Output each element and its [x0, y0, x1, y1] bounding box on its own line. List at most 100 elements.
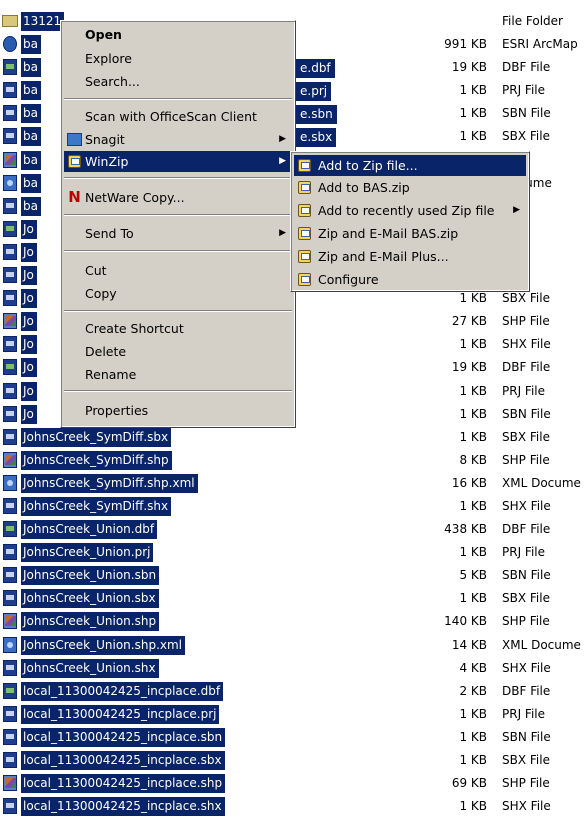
file-row[interactable]: JohnsCreek_Union.prj 1 KB PRJ File	[0, 541, 585, 564]
file-row[interactable]: local_11300042425_incplace.dbf 2 KB DBF Fi…	[0, 680, 585, 703]
menu-explore[interactable]: Explore	[64, 48, 292, 69]
file-name[interactable]: 13121	[21, 12, 65, 31]
file-name[interactable]: ba	[21, 104, 41, 124]
file-name[interactable]: local_11300042425_incplace.sbn	[21, 727, 226, 747]
file-type: SHP File	[502, 452, 550, 467]
file-row[interactable]: JohnsCreek_SymDiff.shp.xml 16 KB XML Docum…	[0, 472, 585, 495]
file-size: 1 KB	[459, 106, 487, 121]
menu-properties[interactable]: Properties	[64, 400, 292, 421]
xml-file-icon	[3, 636, 17, 653]
file-row[interactable]: JohnsCreek_SymDiff.shp 8 KB SHP File	[0, 449, 585, 472]
file-name[interactable]: JohnsCreek_Union.dbf	[21, 520, 158, 540]
file-size: 1 KB	[459, 406, 487, 421]
file-row[interactable]: JohnsCreek_Union.shx 4 KB SHX File	[0, 657, 585, 680]
file-icon	[3, 544, 17, 561]
file-row[interactable]: JohnsCreek_SymDiff.shx 1 KB SHX File	[0, 495, 585, 518]
file-name[interactable]: JohnsCreek_SymDiff.sbx	[21, 427, 172, 447]
file-row[interactable]: JohnsCreek_Union.dbf 438 KB DBF File	[0, 518, 585, 541]
file-name[interactable]: Jo	[21, 242, 37, 262]
file-icon	[3, 336, 17, 353]
menu-copy[interactable]: Copy	[64, 283, 292, 304]
file-type: SBX File	[502, 429, 550, 444]
partial-name[interactable]: e.sbn	[296, 105, 337, 124]
menu-zip-email-plus[interactable]: Zip and E-Mail Plus...	[294, 246, 526, 267]
file-type: SHP File	[502, 776, 550, 791]
file-name[interactable]: ba	[21, 150, 41, 170]
file-name[interactable]: JohnsCreek_SymDiff.shp	[21, 450, 172, 470]
file-row[interactable]: JohnsCreek_Union.shp 140 KB SHP File	[0, 610, 585, 633]
file-type: PRJ File	[502, 83, 546, 98]
file-icon	[3, 105, 17, 122]
file-name[interactable]: JohnsCreek_Union.shx	[21, 658, 159, 678]
file-row[interactable]: JohnsCreek_Union.sbn 5 KB SBN File	[0, 564, 585, 587]
file-icon	[3, 290, 17, 307]
file-name[interactable]: JohnsCreek_Union.shp	[21, 612, 160, 632]
file-name[interactable]: local_11300042425_incplace.prj	[21, 704, 220, 724]
file-row[interactable]: JohnsCreek_Union.shp.xml 14 KB XML Docume	[0, 634, 585, 657]
menu-add-to-zip[interactable]: Add to Zip file...	[294, 155, 526, 176]
file-name[interactable]: JohnsCreek_Union.sbx	[21, 589, 159, 609]
file-size: 140 KB	[444, 614, 487, 629]
menu-winzip[interactable]: WinZip ▶	[64, 151, 292, 172]
submenu-arrow-icon: ▶	[279, 228, 286, 238]
menu-rename[interactable]: Rename	[64, 364, 292, 385]
menu-zip-email-bas[interactable]: Zip and E-Mail BAS.zip	[294, 223, 526, 244]
file-icon	[3, 82, 17, 99]
file-type: SHX File	[502, 337, 551, 352]
file-name[interactable]: JohnsCreek_Union.shp.xml	[21, 635, 186, 655]
file-row[interactable]: local_11300042425_incplace.shp 69 KB SHP F…	[0, 772, 585, 795]
file-name[interactable]: Jo	[21, 312, 37, 332]
xml-file-icon	[3, 174, 17, 191]
file-name[interactable]: ba	[21, 127, 41, 147]
file-icon	[3, 128, 17, 145]
file-name[interactable]: Jo	[21, 404, 37, 424]
file-row[interactable]: local_11300042425_incplace.prj 1 KB PRJ Fi…	[0, 703, 585, 726]
file-name[interactable]: JohnsCreek_Union.sbn	[21, 566, 160, 586]
menu-add-to-bas-zip[interactable]: Add to BAS.zip	[294, 177, 526, 198]
file-name[interactable]: Jo	[21, 289, 37, 309]
menu-delete[interactable]: Delete	[64, 341, 292, 362]
file-name[interactable]: Jo	[21, 219, 37, 239]
file-name[interactable]: Jo	[21, 358, 37, 378]
file-name[interactable]: ba	[21, 35, 41, 55]
file-name[interactable]: JohnsCreek_Union.prj	[21, 543, 154, 563]
menu-cut[interactable]: Cut	[64, 260, 292, 281]
menu-open[interactable]: Open	[64, 24, 292, 45]
menu-configure[interactable]: Configure	[294, 269, 526, 290]
file-name[interactable]: JohnsCreek_SymDiff.shx	[21, 496, 172, 516]
menu-separator	[64, 177, 292, 179]
menu-send-to[interactable]: Send To ▶	[64, 223, 292, 244]
file-name[interactable]: ba	[21, 58, 41, 78]
menu-snagit[interactable]: Snagit ▶	[64, 129, 292, 150]
menu-netware-copy[interactable]: N NetWare Copy...	[64, 187, 292, 208]
partial-name[interactable]: e.prj	[296, 82, 332, 101]
file-name[interactable]: JohnsCreek_SymDiff.shp.xml	[21, 473, 198, 493]
file-row[interactable]: local_11300042425_incplace.sbx 1 KB SBX Fi…	[0, 749, 585, 772]
menu-create-shortcut[interactable]: Create Shortcut	[64, 318, 292, 339]
file-name[interactable]: local_11300042425_incplace.dbf	[21, 681, 224, 701]
file-name[interactable]: local_11300042425_incplace.shp	[21, 774, 226, 794]
file-name[interactable]: ba	[21, 81, 41, 101]
partial-name[interactable]: e.dbf	[296, 59, 335, 78]
file-row[interactable]: JohnsCreek_Union.sbx 1 KB SBX File	[0, 587, 585, 610]
file-icon	[3, 752, 17, 768]
file-row[interactable]: local_11300042425_incplace.sbn 1 KB SBN Fi…	[0, 726, 585, 749]
file-size: 991 KB	[444, 37, 487, 52]
file-name[interactable]: ba	[21, 196, 41, 216]
file-size: 19 KB	[451, 360, 487, 375]
file-row[interactable]: local_11300042425_incplace.shx 1 KB SHX Fi…	[0, 795, 585, 818]
file-name[interactable]: local_11300042425_incplace.sbx	[21, 751, 225, 770]
file-size: 1 KB	[459, 799, 487, 814]
menu-add-to-recent-zip[interactable]: Add to recently used Zip file ▶	[294, 200, 526, 221]
menu-scan-officescan[interactable]: Scan with OfficeScan Client	[64, 106, 292, 127]
menu-search[interactable]: Search...	[64, 71, 292, 92]
partial-name[interactable]: e.sbx	[296, 128, 337, 147]
file-type: PRJ File	[502, 383, 546, 398]
file-name[interactable]: Jo	[21, 335, 37, 355]
file-name[interactable]: ba	[21, 173, 41, 193]
file-name[interactable]: local_11300042425_incplace.shx	[21, 797, 225, 817]
file-icon	[3, 705, 17, 722]
file-row[interactable]: JohnsCreek_SymDiff.sbx 1 KB SBX File	[0, 426, 585, 449]
file-name[interactable]: Jo	[21, 266, 37, 286]
file-name[interactable]: Jo	[21, 381, 37, 401]
